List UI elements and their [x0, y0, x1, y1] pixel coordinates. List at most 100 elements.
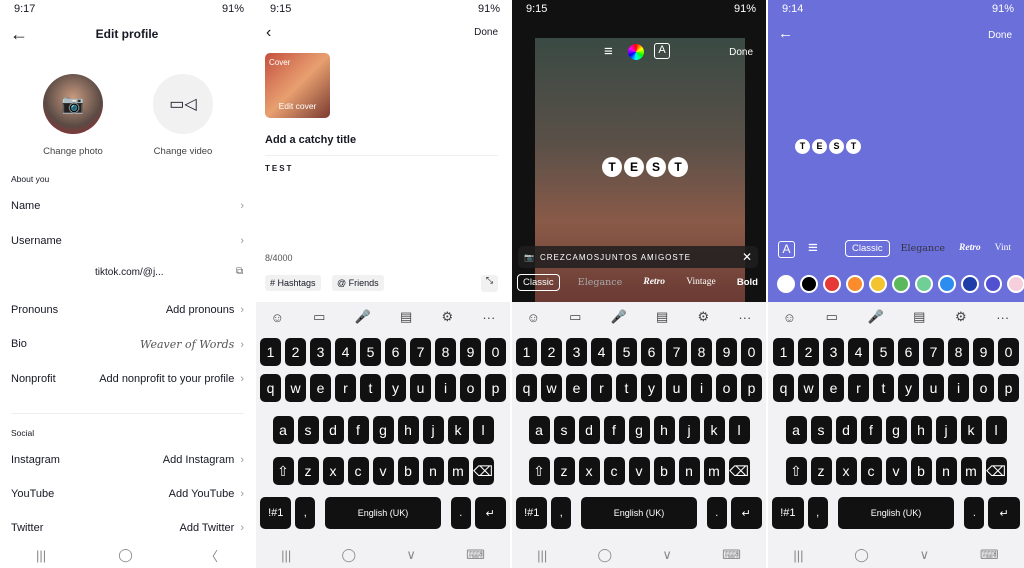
key[interactable]: s — [297, 416, 319, 444]
key[interactable]: b — [910, 457, 932, 485]
key[interactable]: 2 — [541, 338, 562, 366]
key[interactable]: ⇧ — [272, 457, 294, 485]
key[interactable]: a — [528, 416, 550, 444]
key[interactable]: k — [703, 416, 725, 444]
key[interactable]: !#1 — [260, 497, 292, 529]
key[interactable]: m — [960, 457, 982, 485]
key[interactable]: v — [372, 457, 394, 485]
key[interactable]: , — [807, 497, 828, 529]
font-retro[interactable]: Retro — [640, 274, 668, 291]
key[interactable]: ⌫ — [472, 457, 494, 485]
key[interactable]: p — [485, 374, 506, 402]
align-icon[interactable]: ≡ — [604, 43, 613, 60]
color-swatch[interactable] — [846, 275, 864, 293]
key[interactable]: w — [285, 374, 306, 402]
key[interactable]: l — [985, 416, 1007, 444]
font-bold[interactable]: Bold — [734, 274, 761, 291]
copy-icon[interactable]: ⧉ — [236, 266, 243, 277]
key[interactable]: , — [295, 497, 316, 529]
color-swatch[interactable] — [984, 275, 1002, 293]
key[interactable]: f — [347, 416, 369, 444]
color-swatch[interactable] — [892, 275, 910, 293]
key[interactable]: . — [450, 497, 471, 529]
key[interactable]: y — [641, 374, 662, 402]
color-swatch[interactable] — [915, 275, 933, 293]
key[interactable]: x — [578, 457, 600, 485]
change-photo-button[interactable]: 📷 — [43, 74, 103, 134]
key[interactable]: b — [653, 457, 675, 485]
key[interactable]: 9 — [716, 338, 737, 366]
microphone-icon[interactable]: 🎤 — [611, 309, 627, 325]
key[interactable]: w — [798, 374, 819, 402]
key[interactable]: p — [741, 374, 762, 402]
instagram-row[interactable]: Instagram Add Instagram › — [11, 454, 244, 466]
microphone-icon[interactable]: 🎤 — [867, 309, 883, 325]
key[interactable]: 7 — [923, 338, 944, 366]
key[interactable]: . — [706, 497, 727, 529]
notes-icon[interactable]: ▤ — [913, 309, 925, 325]
font-vintage[interactable]: Vintage — [683, 274, 719, 291]
key[interactable]: d — [322, 416, 344, 444]
username-row[interactable]: Username › — [11, 235, 244, 247]
key[interactable]: h — [397, 416, 419, 444]
home-button[interactable]: ◯ — [342, 547, 357, 563]
settings-icon[interactable]: ⚙ — [955, 309, 967, 325]
key[interactable]: 1 — [260, 338, 281, 366]
key[interactable]: 5 — [616, 338, 637, 366]
microphone-icon[interactable]: 🎤 — [355, 309, 371, 325]
key[interactable]: ⌫ — [728, 457, 750, 485]
home-button[interactable]: ◯ — [598, 547, 613, 563]
key[interactable]: . — [964, 497, 985, 529]
close-icon[interactable]: ✕ — [742, 250, 752, 264]
clipboard-icon[interactable]: ▭ — [313, 309, 325, 325]
key[interactable]: k — [960, 416, 982, 444]
youtube-row[interactable]: YouTube Add YouTube › — [11, 488, 244, 500]
keyboard-switch-icon[interactable]: ⌨ — [980, 547, 999, 563]
recents-button[interactable]: ||| — [36, 548, 46, 563]
text-style-icon[interactable]: A — [778, 241, 795, 258]
key[interactable]: 9 — [460, 338, 481, 366]
key[interactable]: u — [666, 374, 687, 402]
description-input[interactable]: TEST — [265, 164, 293, 173]
key[interactable]: u — [923, 374, 944, 402]
key[interactable]: g — [372, 416, 394, 444]
cover-thumbnail[interactable]: Cover Edit cover — [265, 53, 330, 118]
key[interactable]: r — [591, 374, 612, 402]
emoji-icon[interactable]: ☺ — [783, 310, 796, 325]
key[interactable]: a — [785, 416, 807, 444]
key[interactable]: 4 — [335, 338, 356, 366]
edit-cover-button[interactable]: Edit cover — [265, 101, 330, 111]
text-overlay[interactable]: TEST — [795, 136, 863, 154]
home-button[interactable]: ◯ — [118, 547, 133, 563]
key[interactable]: ↵ — [474, 497, 506, 529]
font-classic[interactable]: Classic — [517, 274, 560, 291]
key[interactable]: w — [541, 374, 562, 402]
key[interactable]: d — [835, 416, 857, 444]
font-vintage[interactable]: Vint — [992, 240, 1014, 257]
recents-button[interactable]: ||| — [793, 548, 803, 563]
key[interactable]: t — [873, 374, 894, 402]
key[interactable]: f — [860, 416, 882, 444]
key[interactable]: 0 — [741, 338, 762, 366]
key[interactable]: 9 — [973, 338, 994, 366]
key[interactable]: c — [347, 457, 369, 485]
clipboard-icon[interactable]: ▭ — [569, 309, 581, 325]
done-button[interactable]: Done — [988, 30, 1012, 41]
done-button[interactable]: Done — [474, 27, 498, 38]
key[interactable]: o — [716, 374, 737, 402]
key[interactable]: 3 — [823, 338, 844, 366]
key[interactable]: 7 — [666, 338, 687, 366]
key[interactable]: 0 — [485, 338, 506, 366]
color-swatch[interactable] — [938, 275, 956, 293]
key[interactable]: ↵ — [730, 497, 762, 529]
key[interactable]: n — [935, 457, 957, 485]
key[interactable]: z — [297, 457, 319, 485]
text-overlay[interactable]: TEST — [602, 157, 690, 177]
color-wheel-icon[interactable] — [628, 44, 644, 60]
key[interactable]: z — [810, 457, 832, 485]
suggestion-text[interactable]: CREZCAMOSJUNTOS AMIGOSTE — [540, 253, 736, 262]
key[interactable]: q — [260, 374, 281, 402]
key[interactable]: d — [578, 416, 600, 444]
key[interactable]: 1 — [773, 338, 794, 366]
key[interactable]: b — [397, 457, 419, 485]
